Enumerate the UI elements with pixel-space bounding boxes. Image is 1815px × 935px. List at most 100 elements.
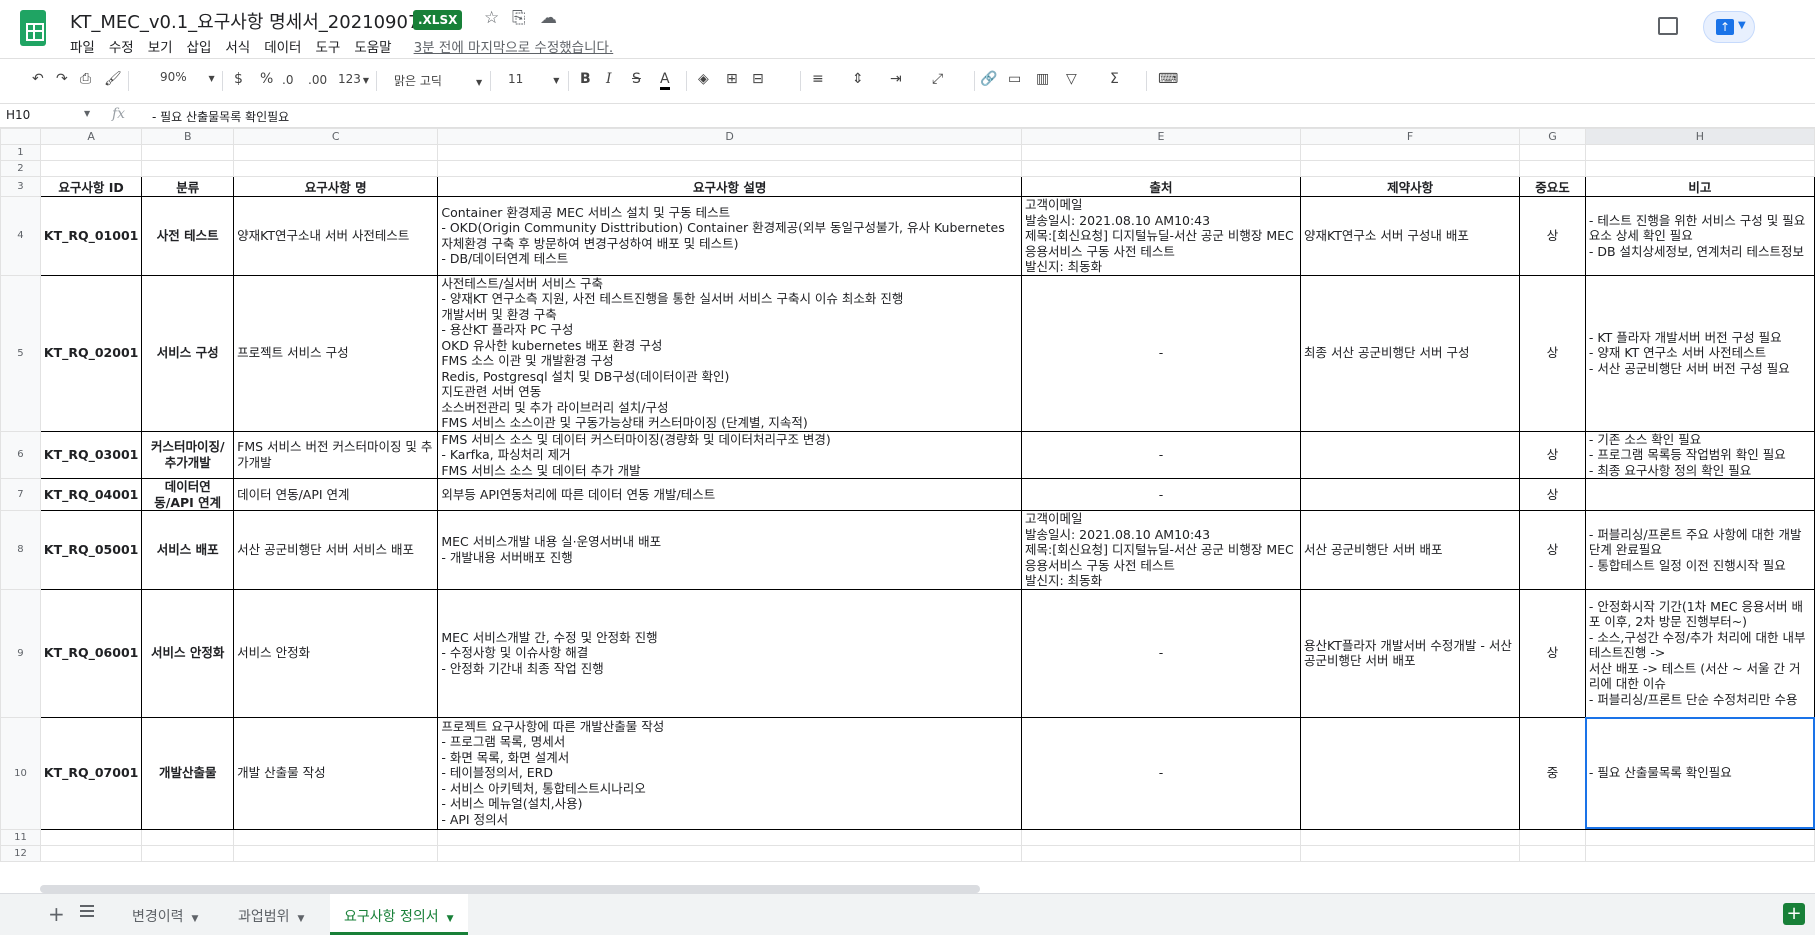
column-header-g[interactable]: G	[1519, 128, 1586, 145]
row-header-8[interactable]: 8	[0, 510, 41, 590]
cell-note[interactable]: - 기존 소스 확인 필요 - 프로그램 목록등 작업범위 확인 필요 - 최종…	[1584, 430, 1815, 479]
cell-id[interactable]: KT_RQ_01001	[39, 196, 143, 276]
select-all-corner[interactable]	[0, 128, 41, 145]
cell-priority[interactable]: 상	[1519, 274, 1586, 432]
cell-name[interactable]: 데이터 연동/API 연계	[233, 478, 439, 511]
filter-icon[interactable]: ▽	[1066, 71, 1077, 87]
name-box-chevron-icon[interactable]: ▼	[84, 109, 90, 118]
cell-description[interactable]: MEC 서비스개발 간, 수정 및 안정화 진행 - 수정사항 및 이슈사항 해…	[437, 588, 1022, 718]
zoom-select[interactable]: 90% ▼	[160, 70, 215, 84]
cell-note[interactable]: - 안정화시작 기간(1차 MEC 응용서버 배포 이후, 2차 방문 진행부터…	[1584, 588, 1815, 718]
cell-id[interactable]: KT_RQ_03001	[39, 430, 143, 479]
cell-priority[interactable]: 상	[1519, 510, 1586, 590]
cell-constraint[interactable]	[1300, 478, 1521, 511]
horizontal-scrollbar[interactable]	[40, 885, 980, 893]
insert-chart-icon[interactable]: ▥	[1036, 71, 1049, 87]
last-edit-link[interactable]: 3분 전에 마지막으로 수정했습니다.	[414, 36, 614, 56]
merge-cells-icon[interactable]: ⊟	[752, 71, 764, 87]
functions-icon[interactable]: Σ	[1110, 71, 1119, 87]
redo-icon[interactable]: ↷	[56, 71, 68, 87]
undo-icon[interactable]: ↶	[32, 71, 44, 87]
horizontal-align-icon[interactable]: ≡	[812, 71, 824, 87]
row-header-10[interactable]: 10	[0, 716, 41, 830]
cell-note[interactable]	[1584, 478, 1815, 511]
row-header-9[interactable]: 9	[0, 588, 41, 718]
cell-source[interactable]: -	[1020, 478, 1302, 511]
text-color-button[interactable]: A	[660, 71, 670, 90]
column-header-f[interactable]: F	[1300, 128, 1521, 145]
paint-format-icon[interactable]: 🖌	[104, 71, 122, 87]
cell-name[interactable]: 프로젝트 서비스 구성	[233, 274, 439, 432]
font-select[interactable]: 맑은 고딕 ▼	[394, 72, 482, 89]
header-cell-description[interactable]: 요구사항 설명	[437, 176, 1022, 197]
comment-history-icon[interactable]	[1658, 17, 1678, 35]
column-header-d[interactable]: D	[437, 128, 1022, 145]
share-button[interactable]: ↑ ▼	[1703, 11, 1755, 43]
cell-note-selected[interactable]: - 필요 산출물목록 확인필요	[1584, 716, 1815, 830]
header-cell-priority[interactable]: 중요도	[1519, 176, 1586, 197]
header-cell-name[interactable]: 요구사항 명	[233, 176, 439, 197]
percent-format-button[interactable]: %	[260, 71, 273, 87]
sheet-tab-scope[interactable]: 과업범위 ▼	[224, 894, 318, 935]
move-folder-icon[interactable]: ⎘	[512, 8, 526, 28]
row-header-1[interactable]: 1	[0, 144, 41, 161]
row-header-3[interactable]: 3	[0, 176, 41, 197]
vertical-align-icon[interactable]: ⇕	[852, 71, 864, 87]
add-sheet-icon[interactable]: +	[48, 902, 65, 926]
header-cell-source[interactable]: 출처	[1020, 176, 1302, 197]
sheet-tab-requirements[interactable]: 요구사항 정의서 ▼	[330, 894, 468, 935]
name-box[interactable]: H10	[6, 108, 96, 122]
cell-id[interactable]: KT_RQ_07001	[39, 716, 143, 830]
cell-category[interactable]: 서비스 구성	[141, 274, 235, 432]
text-wrap-icon[interactable]: ⇥	[890, 71, 902, 87]
cell-name[interactable]: 개발 산출물 작성	[233, 716, 439, 830]
header-cell-id[interactable]: 요구사항 ID	[39, 176, 143, 197]
font-size-select[interactable]: 11 ▼	[508, 72, 559, 86]
cell-source[interactable]: -	[1020, 430, 1302, 479]
cell-constraint[interactable]: 서산 공군비행단 서버 배포	[1300, 510, 1521, 590]
sheet-tab-change-log[interactable]: 변경이력 ▼	[118, 894, 212, 935]
menu-insert[interactable]: 삽입	[187, 36, 212, 56]
cell-source[interactable]: -	[1020, 274, 1302, 432]
cell-source[interactable]: -	[1020, 588, 1302, 718]
cell-name[interactable]: 서산 공군비행단 서버 서비스 배포	[233, 510, 439, 590]
cell-constraint[interactable]: 용산KT플라자 개발서버 수정개발 - 서산 공군비행단 서버 배포	[1300, 588, 1521, 718]
cell-name[interactable]: FMS 서비스 버전 커스터마이징 및 추가개발	[233, 430, 439, 479]
currency-format-button[interactable]: $	[234, 71, 243, 87]
cell-note[interactable]: - 퍼블리싱/프론트 주요 사항에 대한 개발단계 완료필요 - 통합테스트 일…	[1584, 510, 1815, 590]
text-rotation-icon[interactable]: ⤢	[932, 71, 943, 87]
bold-button[interactable]: B	[580, 71, 591, 87]
cell-source[interactable]: 고객이메일 발송일시: 2021.08.10 AM10:43 제목:[회신요청]…	[1020, 196, 1302, 276]
cell-constraint[interactable]	[1300, 716, 1521, 830]
menu-tools[interactable]: 도구	[315, 36, 340, 56]
input-tools-icon[interactable]: ⌨	[1158, 71, 1178, 87]
spreadsheet-grid[interactable]: A B C D E F G H 1 2 3 요구사항 ID 분류 요구사항 명 …	[0, 128, 1815, 886]
cell-description[interactable]: FMS 서비스 소스 및 데이터 커스터마이징(경량화 및 데이터처리구조 변경…	[437, 430, 1022, 479]
italic-button[interactable]: I	[606, 71, 612, 87]
cell-category[interactable]: 사전 테스트	[141, 196, 235, 276]
cell-note[interactable]: - 테스트 진행을 위한 서비스 구성 및 필요요소 상세 확인 필요 - DB…	[1584, 196, 1815, 276]
cloud-status-icon[interactable]: ☁	[540, 8, 557, 28]
column-header-h[interactable]: H	[1584, 128, 1815, 145]
more-formats-select[interactable]: 123 ▼	[338, 72, 369, 86]
row-header-2[interactable]: 2	[0, 160, 41, 177]
cell-id[interactable]: KT_RQ_05001	[39, 510, 143, 590]
row-header-6[interactable]: 6	[0, 430, 41, 479]
cell-category[interactable]: 개발산출물	[141, 716, 235, 830]
cell-description[interactable]: Container 환경제공 MEC 서비스 설치 및 구동 테스트 - OKD…	[437, 196, 1022, 276]
row-header-4[interactable]: 4	[0, 196, 41, 276]
menu-file[interactable]: 파일	[70, 36, 95, 56]
strikethrough-button[interactable]: S	[632, 71, 641, 87]
menu-format[interactable]: 서식	[225, 36, 250, 56]
cell-constraint[interactable]	[1300, 430, 1521, 479]
header-cell-note[interactable]: 비고	[1584, 176, 1815, 197]
cell-constraint[interactable]: 양재KT연구소 서버 구성내 배포	[1300, 196, 1521, 276]
cell-description[interactable]: 사전테스트/실서버 서비스 구축 - 양재KT 연구소측 지원, 사전 테스트진…	[437, 274, 1022, 432]
cell-priority[interactable]: 상	[1519, 588, 1586, 718]
row-header-7[interactable]: 7	[0, 478, 41, 511]
cell-id[interactable]: KT_RQ_06001	[39, 588, 143, 718]
cell-id[interactable]: KT_RQ_04001	[39, 478, 143, 511]
row-header-11[interactable]: 11	[0, 828, 41, 846]
cell-description[interactable]: 외부등 API연동처리에 따른 데이터 연동 개발/테스트	[437, 478, 1022, 511]
cell-category[interactable]: 서비스 안정화	[141, 588, 235, 718]
